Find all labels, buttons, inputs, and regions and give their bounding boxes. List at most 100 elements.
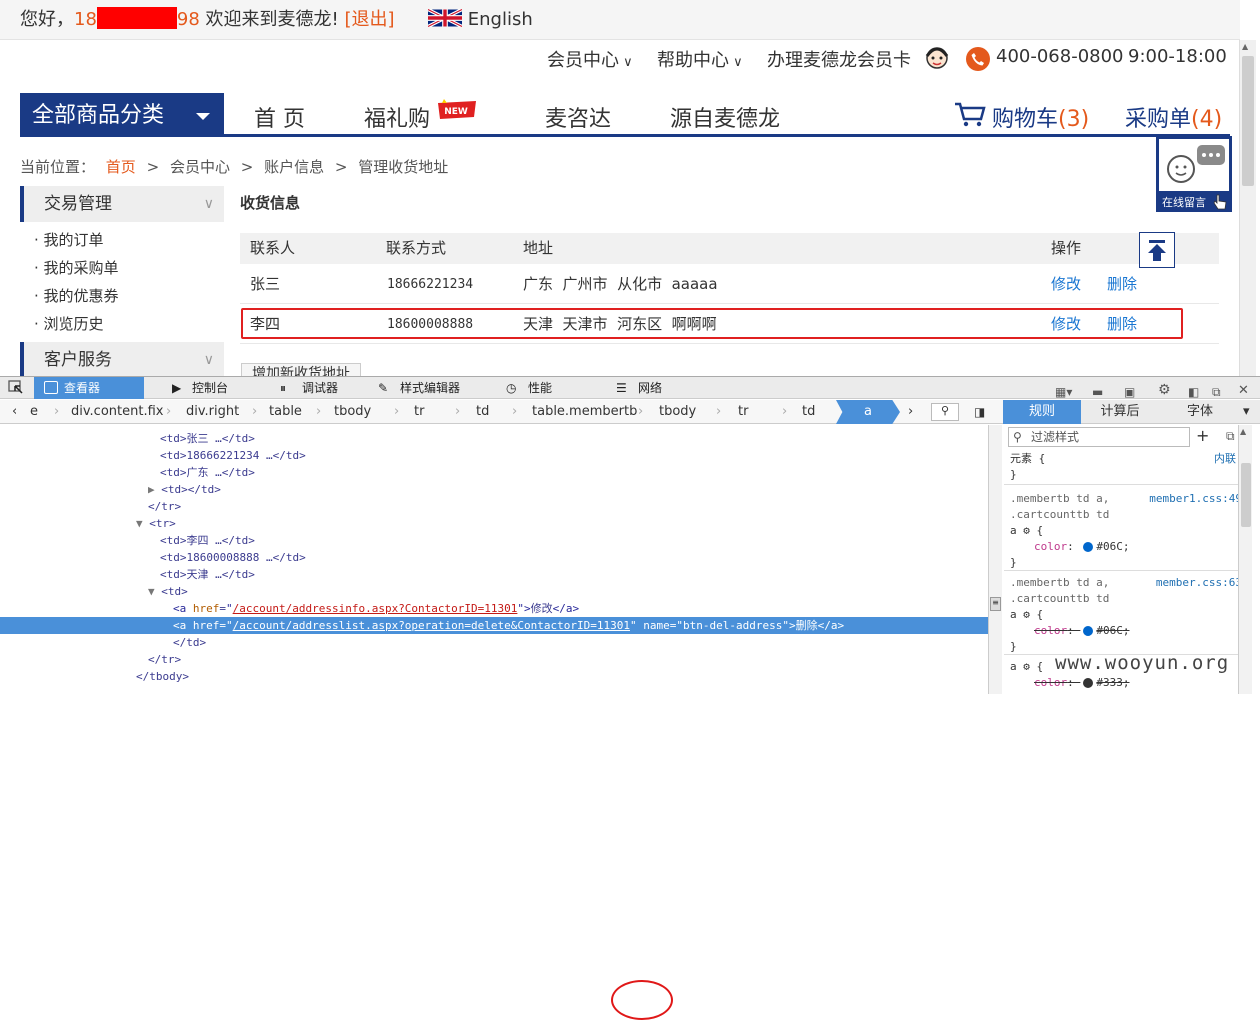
rule2-value[interactable]: #06C bbox=[1096, 624, 1123, 637]
scrollbar-thumb[interactable] bbox=[1241, 463, 1251, 527]
rule2-prop[interactable]: color bbox=[1034, 624, 1067, 637]
tab-console[interactable]: ▶ 控制台 bbox=[162, 377, 254, 399]
color-swatch-icon[interactable] bbox=[1083, 678, 1094, 688]
rule1-selector2: .cartcounttb td bbox=[1010, 508, 1110, 521]
crumb-item[interactable]: tr bbox=[738, 400, 748, 424]
crumb-back-icon[interactable]: ‹ bbox=[12, 400, 17, 424]
close-icon[interactable]: ✕ bbox=[1238, 380, 1249, 402]
tab-style-editor-label: 样式编辑器 bbox=[400, 381, 461, 395]
nav-home[interactable]: 首 页 bbox=[254, 101, 305, 133]
filter-styles-input[interactable]: ⚲ 过滤样式 bbox=[1008, 427, 1190, 447]
scrollbar-thumb[interactable] bbox=[1242, 56, 1254, 186]
rule1-prop[interactable]: color bbox=[1034, 540, 1067, 553]
pseudo-class-icon[interactable]: ⧉ bbox=[1226, 429, 1235, 444]
member-card-link[interactable]: 办理麦德龙会员卡 bbox=[767, 46, 911, 72]
color-swatch-icon[interactable] bbox=[1083, 626, 1094, 636]
website-viewport: 您好，18 98 欢迎来到麦德龙! [退出] English 会员中心 ∨ 帮助中… bbox=[0, 0, 1260, 376]
sidebar-section-trade[interactable]: 交易管理 ∨ bbox=[20, 186, 224, 222]
tab-performance[interactable]: ◷ 性能 bbox=[498, 377, 578, 399]
online-message-widget[interactable]: 在线留言 bbox=[1156, 136, 1232, 212]
nav-from-metro[interactable]: 源自麦德龙 bbox=[670, 101, 780, 133]
scroll-grip-icon[interactable]: ≡ bbox=[990, 597, 1001, 611]
edit-href[interactable]: /account/addressinfo.aspx?ContactorID=11… bbox=[233, 602, 518, 615]
markup-line[interactable]: </td> bbox=[0, 634, 988, 651]
page-scrollbar[interactable]: ▲ bbox=[1239, 40, 1256, 376]
help-center-link[interactable]: 帮助中心 ∨ bbox=[657, 46, 743, 72]
crumb-item[interactable]: tr bbox=[414, 400, 424, 424]
sidebar-item-orders[interactable]: · 我的订单 bbox=[20, 226, 224, 254]
markup-text: <tr> bbox=[149, 517, 176, 530]
gear-icon[interactable]: ⚙ bbox=[1158, 379, 1171, 401]
breadcrumb-member-center[interactable]: 会员中心 bbox=[170, 158, 230, 176]
sidebar-item-coupons[interactable]: · 我的优惠券 bbox=[20, 282, 224, 310]
breadcrumb-home[interactable]: 首页 bbox=[106, 158, 136, 176]
tab-computed[interactable]: 计算后 bbox=[1081, 400, 1159, 424]
rule1-value[interactable]: #06C bbox=[1096, 540, 1123, 553]
rule3-value[interactable]: #333 bbox=[1096, 676, 1123, 689]
crumb-item-selected[interactable]: a bbox=[836, 400, 900, 424]
sidebar-item-history[interactable]: · 浏览历史 bbox=[20, 310, 224, 338]
rule3-prop[interactable]: color bbox=[1034, 676, 1067, 689]
search-icon[interactable]: ⚲ bbox=[931, 403, 959, 421]
back-to-top-button[interactable] bbox=[1139, 232, 1175, 268]
console-icon: ▶ bbox=[172, 381, 182, 395]
cart-link[interactable]: 购物车(3) bbox=[954, 101, 1089, 133]
markup-line[interactable]: </tbody> bbox=[0, 668, 988, 685]
nav-maizida[interactable]: 麦咨达 bbox=[545, 101, 611, 133]
markup-line[interactable]: ▶ <td></td> bbox=[0, 481, 988, 498]
sidebar-item-purchase[interactable]: · 我的采购单 bbox=[20, 254, 224, 282]
tab-rules[interactable]: 规则 bbox=[1003, 400, 1081, 424]
delete-link-text: 删除 bbox=[795, 619, 818, 632]
tab-inspector[interactable]: 查看器 bbox=[34, 377, 144, 399]
sidebar-section-service[interactable]: 客户服务 ∨ bbox=[20, 342, 224, 376]
rule1-source-link[interactable]: member1.css:49 bbox=[1149, 491, 1242, 507]
tab-inspector-label: 查看器 bbox=[64, 381, 101, 395]
crumb-item[interactable]: tbody bbox=[659, 400, 696, 424]
crumb-item[interactable]: tbody bbox=[334, 400, 371, 424]
chevron-down-icon[interactable]: ▾ bbox=[1243, 400, 1257, 424]
purchase-list-link[interactable]: 采购单(4) bbox=[1125, 101, 1222, 133]
markup-line[interactable]: ▼ <td> bbox=[0, 583, 988, 600]
markup-line[interactable]: <td>天津 …</td> bbox=[0, 566, 988, 583]
markup-line[interactable]: <td>18666221234 …</td> bbox=[0, 447, 988, 464]
markup-line[interactable]: <td>18600008888 …</td> bbox=[0, 549, 988, 566]
crumb-item[interactable]: td bbox=[476, 400, 489, 424]
crumb-item[interactable]: div.right bbox=[186, 400, 239, 424]
markup-line[interactable]: </tr> bbox=[0, 651, 988, 668]
crumb-item[interactable]: e bbox=[30, 400, 38, 424]
markup-scrollbar[interactable]: ≡ bbox=[988, 425, 1002, 694]
markup-view[interactable]: <tr> <td>张三 …</td> <td>18666221234 …</td… bbox=[0, 425, 988, 694]
all-categories-button[interactable]: 全部商品分类 bbox=[20, 93, 224, 137]
breadcrumb-account-info[interactable]: 账户信息 bbox=[264, 158, 324, 176]
delete-href[interactable]: /account/addresslist.aspx?operation=dele… bbox=[233, 619, 630, 632]
markup-line[interactable]: ▼ <tr> bbox=[0, 515, 988, 532]
crumb-item[interactable]: table.membertb bbox=[532, 400, 637, 424]
nav-fulligou[interactable]: 福礼购 NEW bbox=[364, 99, 476, 133]
language-switch[interactable]: English bbox=[428, 0, 533, 40]
markup-line[interactable]: </tr> bbox=[0, 498, 988, 515]
rules-scrollbar[interactable]: ▲ bbox=[1238, 425, 1252, 694]
tab-fonts[interactable]: 字体 bbox=[1161, 400, 1239, 424]
crumb-item[interactable]: td bbox=[802, 400, 815, 424]
tab-network[interactable]: ☰ 网络 bbox=[608, 377, 688, 399]
pick-element-icon[interactable] bbox=[8, 380, 24, 395]
markup-line-edit-link[interactable]: <a href="/account/addressinfo.aspx?Conta… bbox=[0, 600, 988, 617]
crumb-item[interactable]: div.content.fix bbox=[71, 400, 163, 424]
sidebar-toggle-icon[interactable]: ◨ bbox=[974, 400, 985, 424]
markup-line-delete-link[interactable]: <a href="/account/addresslist.aspx?opera… bbox=[0, 617, 988, 634]
add-address-button[interactable]: 增加新收货地址 bbox=[241, 363, 361, 376]
edit-link[interactable]: 修改 bbox=[1051, 264, 1081, 304]
rule2-source-link[interactable]: member.css:63 bbox=[1156, 575, 1242, 591]
color-swatch-icon[interactable] bbox=[1083, 542, 1094, 552]
markup-line[interactable]: <td>李四 …</td> bbox=[0, 532, 988, 549]
logout-link[interactable]: [退出] bbox=[345, 9, 395, 30]
tab-style-editor[interactable]: ✎ 样式编辑器 bbox=[370, 377, 480, 399]
tab-debugger[interactable]: ⏸ 调试器 bbox=[272, 377, 364, 399]
add-rule-icon[interactable]: + bbox=[1196, 426, 1209, 445]
delete-link[interactable]: 删除 bbox=[1107, 264, 1137, 304]
crumb-item[interactable]: table bbox=[269, 400, 302, 424]
markup-line[interactable]: <td>广东 …</td> bbox=[0, 464, 988, 481]
markup-line[interactable]: <td>张三 …</td> bbox=[0, 430, 988, 447]
member-center-link[interactable]: 会员中心 ∨ bbox=[547, 46, 633, 72]
crumb-forward-icon[interactable]: › bbox=[908, 400, 913, 424]
